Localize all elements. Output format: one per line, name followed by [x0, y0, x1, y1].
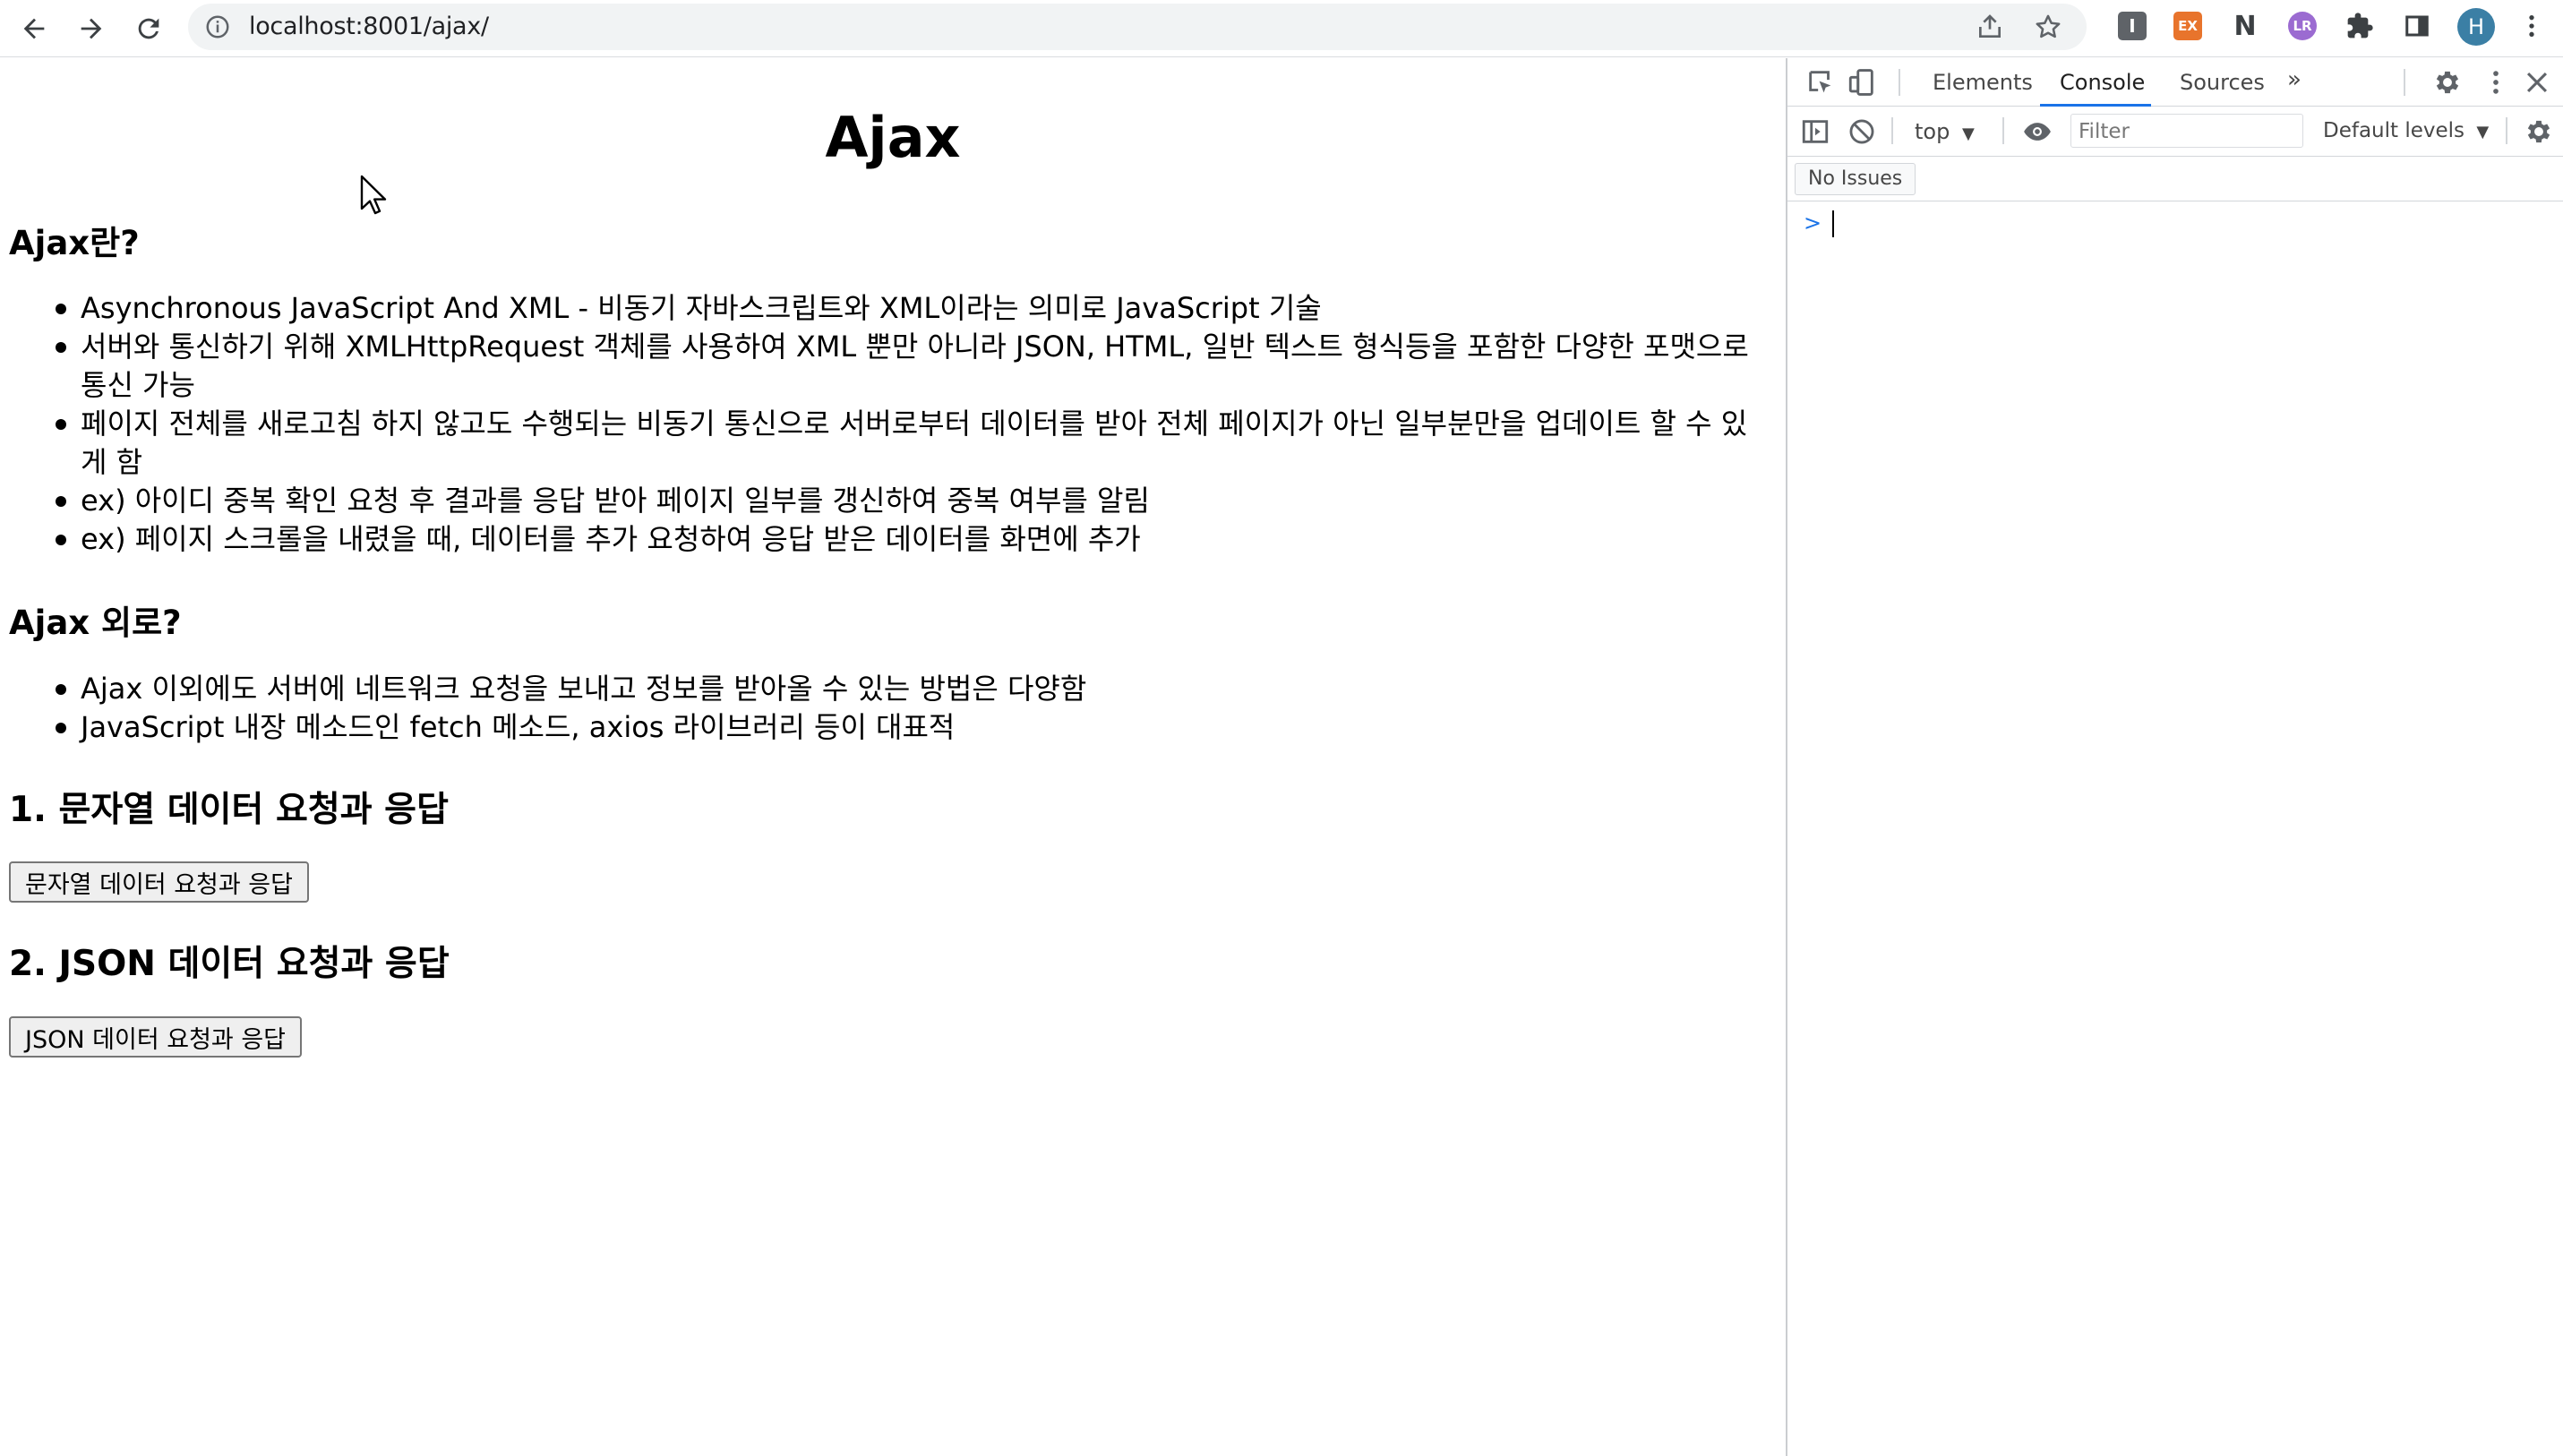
section-heading-what-is-ajax: Ajax란? [9, 224, 140, 262]
devtools-menu-icon[interactable] [2481, 67, 2511, 98]
extensions-puzzle-icon[interactable] [2343, 9, 2377, 43]
context-selector[interactable]: top ▼ [1915, 119, 1975, 144]
close-devtools-icon[interactable] [2522, 67, 2552, 98]
clear-console-icon[interactable] [1847, 116, 1877, 147]
live-expression-eye-icon[interactable] [2022, 116, 2053, 147]
side-panel-icon[interactable] [2400, 9, 2434, 43]
console-settings-gear-icon[interactable] [2524, 116, 2554, 147]
url-text[interactable]: localhost:8001/ajax/ [249, 13, 489, 40]
console-input-caret[interactable] [1832, 210, 1834, 237]
list-item: ex) 아이디 중복 확인 요청 후 결과를 응답 받아 페이지 일부를 갱신하… [50, 482, 1770, 520]
forward-button[interactable] [70, 7, 113, 50]
dropdown-arrow-icon: ▼ [2476, 123, 2490, 141]
console-toolbar: top ▼ Filter Default levels ▼ [1787, 107, 2563, 157]
extension-n-icon[interactable]: N [2228, 9, 2262, 43]
context-label: top [1915, 119, 1950, 144]
extension-ex-icon[interactable]: EX [2171, 9, 2205, 43]
tab-console[interactable]: Console [2060, 70, 2145, 95]
toolbar-divider [2404, 69, 2405, 96]
console-filter-input[interactable]: Filter [2070, 114, 2303, 148]
string-request-button[interactable]: 문자열 데이터 요청과 응답 [9, 861, 309, 903]
dropdown-arrow-icon: ▼ [1961, 124, 1975, 143]
web-page: Ajax Ajax란? Asynchronous JavaScript And … [0, 58, 1786, 1456]
back-arrow-icon [23, 18, 45, 39]
page-title: Ajax [825, 105, 961, 170]
sidebar-toggle-icon[interactable] [1800, 116, 1830, 147]
toolbar-divider [2002, 117, 2004, 144]
what-is-ajax-list: Asynchronous JavaScript And XML - 비동기 자바… [50, 289, 1770, 559]
share-icon[interactable] [1976, 13, 2004, 41]
mouse-pointer-icon [360, 175, 387, 215]
toolbar-divider [1891, 117, 1893, 144]
issues-bar: No Issues [1787, 157, 2563, 201]
settings-gear-icon[interactable] [2432, 67, 2463, 98]
more-tabs-button[interactable]: » [2287, 66, 2302, 93]
reload-icon [138, 18, 159, 39]
extension-i-icon[interactable]: I [2115, 9, 2149, 43]
section-heading-json-request: 2. JSON 데이터 요청과 응답 [9, 944, 450, 984]
toolbar-divider [2506, 117, 2507, 144]
forward-arrow-icon [81, 18, 102, 39]
section-heading-alternatives: Ajax 외로? [9, 604, 182, 642]
list-item: Asynchronous JavaScript And XML - 비동기 자바… [50, 289, 1770, 328]
list-item: 서버와 통신하기 위해 XMLHttpRequest 객체를 사용하여 XML … [50, 328, 1770, 405]
section-heading-string-request: 1. 문자열 데이터 요청과 응답 [9, 790, 449, 830]
toolbar-divider [1899, 69, 1900, 96]
kebab-menu-icon [2529, 15, 2534, 37]
address-bar[interactable]: localhost:8001/ajax/ [188, 4, 2087, 50]
device-toolbar-icon[interactable] [1847, 67, 1877, 98]
alternatives-list: Ajax 이외에도 서버에 네트워크 요청을 보내고 정보를 받아올 수 있는 … [50, 670, 1770, 747]
list-item: 페이지 전체를 새로고침 하지 않고도 수행되는 비동기 통신으로 서버로부터 … [50, 405, 1770, 482]
list-item: JavaScript 내장 메소드인 fetch 메소드, axios 라이브러… [50, 708, 1770, 747]
extension-lr-icon[interactable]: LR [2285, 9, 2319, 43]
side-panel-glyph-icon [2405, 15, 2429, 37]
browser-toolbar: localhost:8001/ajax/ I EX N LR H [0, 0, 2563, 57]
tab-elements[interactable]: Elements [1933, 70, 2033, 95]
puzzle-icon [2347, 13, 2373, 39]
back-button[interactable] [13, 7, 56, 50]
bookmark-star-icon[interactable] [2033, 12, 2063, 42]
inspect-element-icon[interactable] [1805, 67, 1836, 98]
list-item: Ajax 이외에도 서버에 네트워크 요청을 보내고 정보를 받아올 수 있는 … [50, 670, 1770, 708]
tab-sources[interactable]: Sources [2180, 70, 2265, 95]
json-request-button[interactable]: JSON 데이터 요청과 응답 [9, 1016, 303, 1058]
site-info-icon[interactable] [204, 13, 231, 40]
log-levels-label: Default levels [2323, 119, 2465, 142]
console-prompt-icon: > [1804, 210, 1822, 236]
issues-counter-button[interactable]: No Issues [1795, 163, 1916, 195]
log-levels-dropdown[interactable]: Default levels ▼ [2323, 119, 2489, 142]
reload-button[interactable] [127, 7, 170, 50]
profile-avatar[interactable]: H [2457, 8, 2495, 46]
devtools-tab-bar: Elements Console Sources » [1787, 58, 2563, 107]
list-item: ex) 페이지 스크롤을 내렸을 때, 데이터를 추가 요청하여 응답 받은 데… [50, 520, 1770, 559]
devtools-panel: Elements Console Sources » top ▼ Filter … [1786, 58, 2563, 1456]
browser-menu-icon[interactable] [2515, 9, 2549, 43]
